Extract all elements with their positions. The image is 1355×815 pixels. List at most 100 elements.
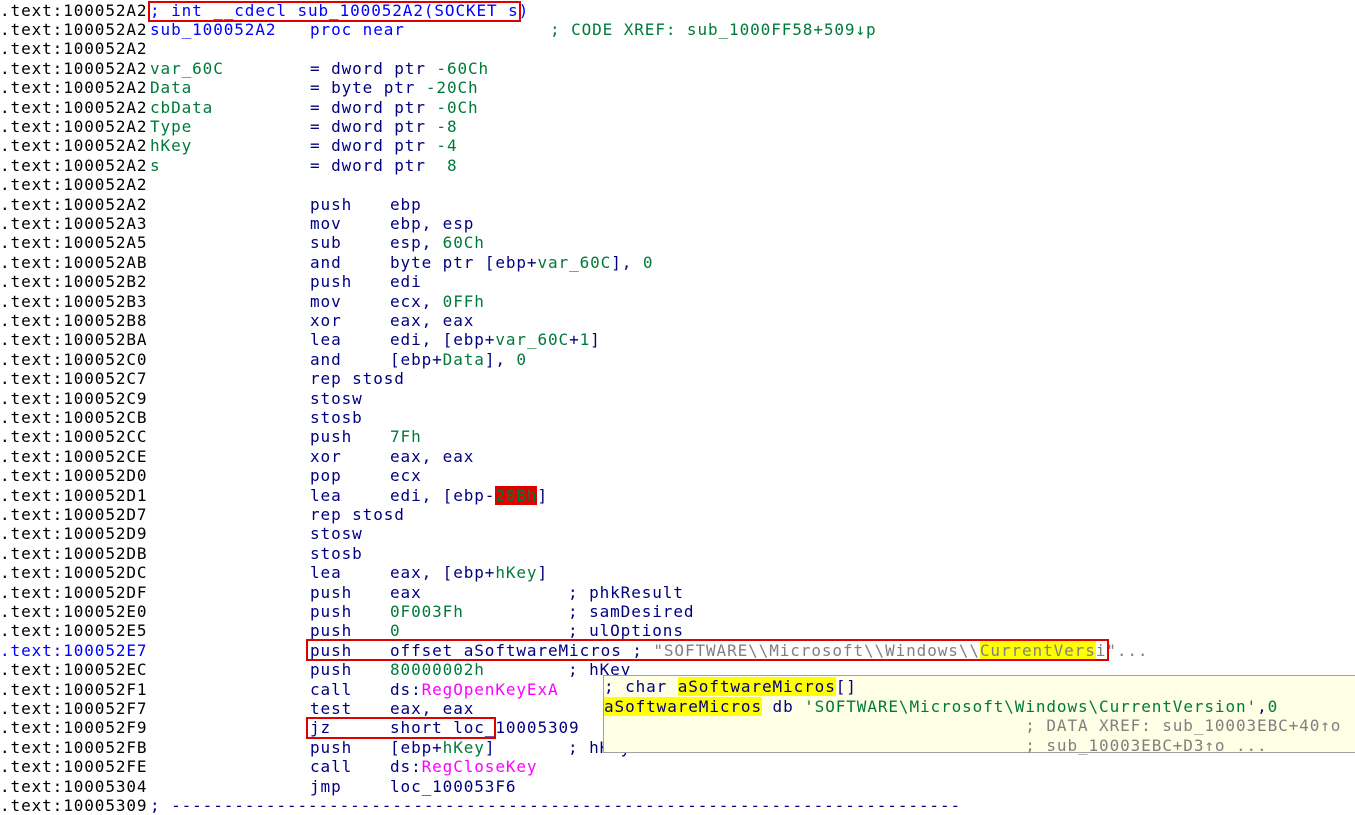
line-address[interactable]: .text:100052A2 — [0, 117, 147, 136]
token[interactable]: 'SOFTWARE\Microsoft\Windows\CurrentVersi… — [804, 697, 1257, 716]
token[interactable]: esp, — [390, 233, 443, 252]
token[interactable]: push — [310, 738, 352, 757]
disassembly-line[interactable]: .text:100052FE call ds:RegCloseKey — [0, 757, 1355, 776]
line-address[interactable]: .text:100052A2 — [0, 39, 147, 58]
disassembly-line[interactable]: .text:100052B3 mov ecx, 0FFh — [0, 292, 1355, 311]
token[interactable]: and — [310, 253, 342, 272]
token[interactable]: ; CODE XREF: sub_1000FF58+509↓p — [550, 20, 877, 39]
token[interactable]: edi — [390, 272, 422, 291]
token[interactable]: mov — [310, 214, 342, 233]
token[interactable]: 80000002h — [390, 660, 485, 679]
disassembly-line[interactable]: .text:100052C0 and [ebp+Data], 0 — [0, 350, 1355, 369]
disassembly-line[interactable]: .text:100052E0 push 0F003Fh ; samDesired — [0, 602, 1355, 621]
token[interactable]: 0FFh — [443, 292, 485, 311]
token[interactable]: eax, eax — [390, 447, 474, 466]
token[interactable]: cbData — [150, 98, 213, 117]
token[interactable]: ] — [537, 486, 548, 505]
token[interactable]: loc_100053F6 — [390, 777, 516, 796]
line-address[interactable]: .text:100052FB — [0, 738, 147, 757]
disassembly-line[interactable]: .text:100052A2; int __cdecl sub_100052A2… — [0, 1, 1355, 20]
line-address[interactable]: .text:100052A2 — [0, 136, 147, 155]
token[interactable]: 0 — [516, 350, 527, 369]
line-address[interactable]: .text:100052D1 — [0, 486, 147, 505]
token[interactable]: var_60C — [150, 59, 224, 78]
disassembly-line[interactable]: .text:100052A2 — [0, 175, 1355, 194]
disassembly-line[interactable]: .text:100052AB and byte ptr [ebp+var_60C],… — [0, 253, 1355, 272]
token[interactable]: ebp, esp — [390, 214, 474, 233]
disassembly-line[interactable]: .text:100052D7 rep stosd — [0, 505, 1355, 524]
token[interactable]: -8 — [436, 117, 457, 136]
disassembly-line[interactable]: .text:100052A2 sub_100052A2 proc near ; COD… — [0, 20, 1355, 39]
token[interactable]: ds: — [390, 757, 422, 776]
token[interactable]: ; --------------------------------------… — [150, 796, 961, 815]
line-address[interactable]: .text:100052C0 — [0, 350, 147, 369]
line-address[interactable]: .text:100052C7 — [0, 369, 147, 388]
token[interactable]: Type — [150, 117, 192, 136]
line-address[interactable]: .text:100052E0 — [0, 602, 147, 621]
token[interactable]: edi, [ebp- — [390, 486, 495, 505]
token[interactable]: CurrentVers — [979, 640, 1096, 660]
disassembly-line[interactable]: .text:100052D9 stosw — [0, 524, 1355, 543]
token[interactable]: offset aSoftwareMicros — [390, 641, 622, 660]
disassembly-line[interactable]: .text:100052A2 push ebp — [0, 195, 1355, 214]
disassembly-line[interactable]: .text:100052CB stosb — [0, 408, 1355, 427]
line-address[interactable]: .text:100052BA — [0, 330, 147, 349]
token[interactable]: = byte ptr — [310, 78, 426, 97]
token[interactable]: short loc_10005309 — [390, 718, 580, 737]
token[interactable]: proc near — [310, 20, 405, 39]
token[interactable]: pop — [310, 466, 342, 485]
token[interactable]: sub — [310, 233, 342, 252]
line-address[interactable]: .text:100052DB — [0, 544, 147, 563]
token[interactable]: call — [310, 680, 352, 699]
token[interactable]: push — [310, 272, 352, 291]
disassembly-line[interactable]: .text:100052A3 mov ebp, esp — [0, 214, 1355, 233]
token[interactable]: push — [310, 641, 352, 660]
token[interactable]: ; phkResult — [568, 583, 684, 602]
token[interactable]: var_60C — [495, 330, 569, 349]
token[interactable]: 20Bh — [495, 485, 538, 505]
disassembly-line[interactable]: .text:100052BA lea edi, [ebp+var_60C+1] — [0, 330, 1355, 349]
line-address[interactable]: .text:100052A2 — [0, 20, 147, 39]
disassembly-line[interactable]: .text:100052A2 — [0, 39, 1355, 58]
token[interactable]: ebp — [390, 195, 422, 214]
token[interactable]: var_60C — [537, 253, 611, 272]
token[interactable]: eax, [ebp+ — [390, 563, 495, 582]
token[interactable]: ; — [622, 641, 654, 660]
token[interactable]: xor — [310, 447, 342, 466]
xref-comment[interactable]: ; CODE XREF: sub_1000FF58+509↓p — [550, 20, 877, 39]
token[interactable]: ; DATA XREF: sub_10003EBC+40↑o — [604, 716, 1341, 735]
token[interactable]: push — [310, 427, 352, 446]
line-address[interactable]: .text:100052A3 — [0, 214, 147, 233]
token[interactable]: xor — [310, 311, 342, 330]
line-address[interactable]: .text:100052D0 — [0, 466, 147, 485]
disassembly-line[interactable]: .text:100052D0 pop ecx — [0, 466, 1355, 485]
token[interactable]: hKey — [443, 738, 485, 757]
token[interactable]: ] — [537, 563, 548, 582]
disassembly-line[interactable]: .text:10005304 jmp loc_100053F6 — [0, 777, 1355, 796]
line-address[interactable]: .text:100052D9 — [0, 524, 147, 543]
disassembly-line[interactable]: .text:10005309; ------------------------… — [0, 796, 1355, 815]
token[interactable]: RegOpenKeyExA — [422, 680, 559, 699]
token[interactable]: hKey — [495, 563, 537, 582]
disassembly-line[interactable]: .text:100052CC push 7Fh — [0, 427, 1355, 446]
disassembly-line[interactable]: .text:100052DC lea eax, [ebp+hKey] — [0, 563, 1355, 582]
token[interactable]: edi, [ebp+ — [390, 330, 495, 349]
line-address[interactable]: .text:100052CC — [0, 427, 147, 446]
token[interactable]: + — [569, 330, 580, 349]
token[interactable]: ; ulOptions — [568, 621, 684, 640]
token[interactable]: s — [150, 156, 161, 175]
token[interactable]: rep stosd — [310, 505, 405, 524]
disassembly-line[interactable]: .text:100052DB stosb — [0, 544, 1355, 563]
line-address[interactable]: .text:100052A5 — [0, 233, 147, 252]
token[interactable]: "SOFTWARE\\Microsoft\\Windows\\ — [653, 641, 980, 660]
disassembly-line[interactable]: .text:100052DF push eax ; phkResult — [0, 583, 1355, 602]
token[interactable]: eax — [390, 583, 422, 602]
token[interactable]: ; sub_10003EBC+D3↑o ... — [604, 736, 1268, 755]
token[interactable]: call — [310, 757, 352, 776]
token[interactable]: ], — [611, 253, 643, 272]
token[interactable]: = dword ptr — [310, 136, 436, 155]
line-address[interactable]: .text:100052D7 — [0, 505, 147, 524]
line-address[interactable]: .text:100052A2 — [0, 175, 147, 194]
token[interactable]: Data — [150, 78, 192, 97]
token[interactable]: -0Ch — [436, 98, 478, 117]
